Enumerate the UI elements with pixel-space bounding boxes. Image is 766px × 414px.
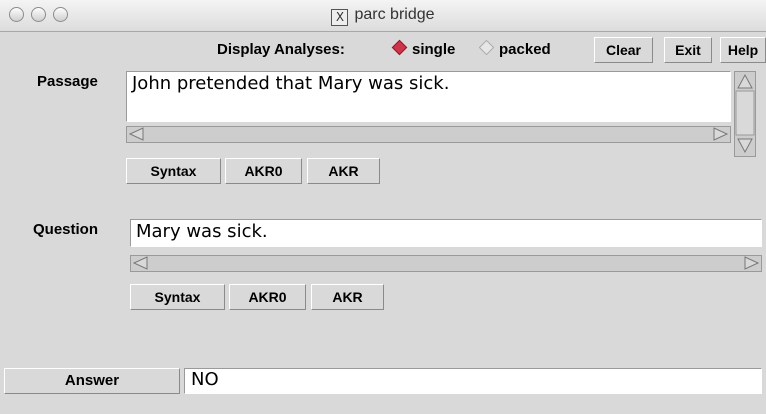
radio-single[interactable]: single	[391, 39, 456, 58]
window-title: parc bridge	[354, 6, 435, 23]
question-label: Question	[33, 221, 99, 238]
passage-vertical-scrollbar[interactable]	[734, 71, 756, 157]
question-text: Mary was sick.	[136, 221, 268, 242]
display-analyses-label: Display Analyses:	[217, 41, 345, 58]
radio-selected-icon	[391, 39, 408, 56]
vertical-scroll-arrows-icon	[735, 73, 755, 154]
radio-unselected-icon	[478, 39, 495, 56]
scroll-right-icon	[713, 127, 729, 141]
question-akr0-button[interactable]: AKR0	[229, 284, 306, 310]
passage-text-area[interactable]: John pretended that Mary was sick.	[126, 71, 731, 122]
scroll-left-icon	[128, 127, 144, 141]
question-horizontal-scrollbar[interactable]	[130, 255, 762, 272]
scroll-right-icon	[744, 256, 760, 270]
passage-horizontal-scrollbar[interactable]	[126, 126, 731, 143]
passage-akr0-button[interactable]: AKR0	[225, 158, 302, 184]
passage-syntax-button[interactable]: Syntax	[126, 158, 221, 184]
clear-button[interactable]: Clear	[594, 37, 653, 63]
help-button[interactable]: Help	[720, 37, 766, 63]
question-akr-button[interactable]: AKR	[311, 284, 384, 310]
radio-packed[interactable]: packed	[478, 39, 551, 58]
question-syntax-button[interactable]: Syntax	[130, 284, 225, 310]
answer-field: NO	[184, 368, 762, 394]
title-bar: Xparc bridge	[0, 0, 766, 32]
x11-icon: X	[331, 9, 349, 26]
window-title-area: Xparc bridge	[0, 6, 766, 26]
answer-value: NO	[191, 369, 219, 390]
radio-single-label: single	[412, 41, 456, 58]
scroll-left-icon	[132, 256, 148, 270]
passage-text: John pretended that Mary was sick.	[132, 73, 450, 94]
passage-label: Passage	[37, 73, 98, 90]
radio-packed-label: packed	[499, 41, 551, 58]
exit-button[interactable]: Exit	[664, 37, 712, 63]
question-text-field[interactable]: Mary was sick.	[130, 219, 762, 247]
passage-akr-button[interactable]: AKR	[307, 158, 380, 184]
answer-button[interactable]: Answer	[4, 368, 180, 394]
